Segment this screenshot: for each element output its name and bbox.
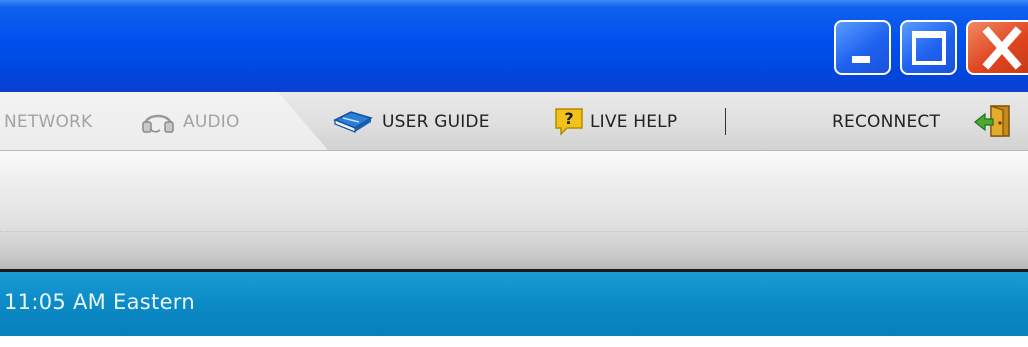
toolbar-area [0,151,1028,269]
menu-bar: NETWORK AUDIO USER GUIDE ? LIVE HELP REC… [0,92,1028,151]
minimize-icon [852,56,870,63]
user-guide-link[interactable]: USER GUIDE [382,110,490,134]
maximize-button[interactable] [900,20,957,75]
reconnect-link[interactable]: RECONNECT [832,110,940,134]
menu-separator [725,108,726,135]
close-icon [982,26,1022,70]
toolbar-divider [0,231,1028,232]
svg-text:?: ? [564,109,573,128]
status-bar: 11:05 AM Eastern [0,272,1028,336]
content-area [0,336,1028,347]
tab-audio[interactable]: AUDIO [183,110,240,134]
question-icon: ? [555,108,583,136]
door-exit-icon [974,105,1010,137]
live-help-link[interactable]: LIVE HELP [590,110,677,134]
maximize-icon [912,31,946,65]
tab-network[interactable]: NETWORK [4,110,92,134]
close-button[interactable] [966,20,1028,75]
minimize-button[interactable] [834,20,891,75]
headset-icon [142,114,174,133]
status-time: 11:05 AM Eastern [4,290,195,314]
title-bar [0,0,1028,92]
book-icon [333,111,373,133]
